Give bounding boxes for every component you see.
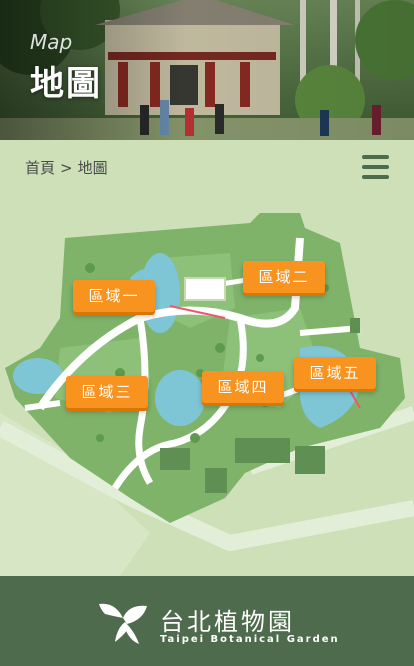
breadcrumb: 首頁 > 地圖 xyxy=(25,157,108,178)
menu-bar-line xyxy=(362,175,389,179)
area-button-3[interactable]: 區域三 xyxy=(66,376,148,408)
menu-bar-line xyxy=(362,165,389,169)
area-button-2[interactable]: 區域二 xyxy=(243,261,325,293)
park-map: 區域一 區域二 區域三 區域四 區域五 xyxy=(0,198,414,576)
logo-english-name: Taipei Botanical Garden xyxy=(160,634,340,645)
hero-subtitle: Map xyxy=(30,30,73,54)
breadcrumb-current: 地圖 xyxy=(77,159,108,177)
leaf-bird-logo-icon xyxy=(99,603,147,644)
hamburger-menu-icon[interactable] xyxy=(360,153,390,181)
menu-bar-line xyxy=(362,155,389,159)
area-button-1[interactable]: 區域一 xyxy=(73,280,155,312)
breadcrumb-separator: > xyxy=(60,159,73,177)
logo-chinese-name: 台北植物園 xyxy=(160,608,295,636)
page-title: 地圖 xyxy=(30,64,102,104)
area-button-4[interactable]: 區域四 xyxy=(202,371,284,403)
area-button-5[interactable]: 區域五 xyxy=(294,357,376,389)
hero-banner: Map 地圖 xyxy=(0,0,414,140)
breadcrumb-home-link[interactable]: 首頁 xyxy=(25,157,55,178)
